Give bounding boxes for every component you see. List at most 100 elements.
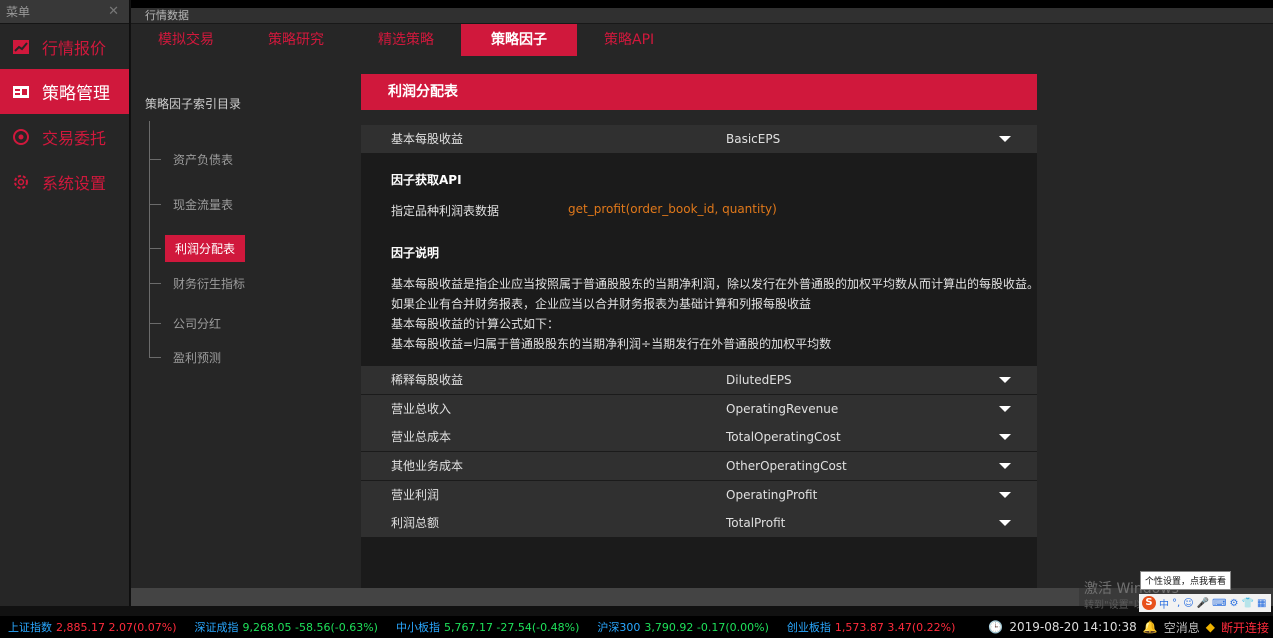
- factor-name: 稀释每股收益: [391, 373, 464, 387]
- menu-item-2[interactable]: 策略管理: [0, 69, 129, 114]
- description-line: 基本每股收益是指企业应当按照属于普通股股东的当期净利润，除以发行在外普通股的加权…: [391, 277, 1040, 291]
- main-header-title: 行情数据: [131, 8, 1273, 24]
- api-label: 指定品种利润表数据: [391, 204, 500, 218]
- tools-icon[interactable]: ⚙: [1230, 598, 1239, 609]
- index-name: 深证成指: [194, 621, 239, 634]
- ime-toolbar[interactable]: S 中 °, ☺ 🎤 ⌨ ⚙ 👕 ▦: [1139, 594, 1271, 612]
- chevron-down-icon[interactable]: [999, 434, 1011, 440]
- emoji-icon[interactable]: ☺: [1183, 598, 1193, 609]
- status-bar: 上证指数 2,885.17 2.07(0.07%) 深证成指 9,268.05 -58…: [0, 616, 1273, 638]
- punctuation-icon[interactable]: °,: [1172, 598, 1180, 609]
- coin-icon: [12, 128, 30, 146]
- factor-row[interactable]: 营业利润 OperatingProfit: [361, 481, 1037, 509]
- index-value: 5,767.17 -27.54(-0.48%): [443, 620, 580, 634]
- factor-name: 其他业务成本: [391, 459, 464, 473]
- chevron-down-icon[interactable]: [999, 136, 1011, 142]
- index-value: 1,573.87 3.47(0.22%): [834, 620, 956, 634]
- left-menu-list: 行情报价策略管理交易委托系统设置: [0, 24, 129, 204]
- tree-branch: [149, 322, 161, 324]
- nav-tab-4[interactable]: 策略因子: [461, 24, 577, 56]
- tree-branch: [149, 282, 161, 284]
- tree-item-1[interactable]: 资产负债表: [149, 149, 233, 169]
- menu-item-label: 策略管理: [42, 84, 110, 104]
- market-index[interactable]: 沪深300 3,790.92 -0.17(0.00%): [597, 619, 768, 635]
- factor-name: 营业利润: [391, 488, 440, 502]
- mic-icon[interactable]: 🎤: [1197, 598, 1209, 609]
- nav-tab-3[interactable]: 精选策略: [351, 24, 461, 56]
- panel-title: 利润分配表: [388, 84, 458, 100]
- clock-icon: 🕒: [988, 620, 1004, 634]
- tree-item-label: 利润分配表: [165, 234, 246, 262]
- clock-label: 2019-08-20 14:10:38: [1009, 620, 1137, 634]
- scrollbar-thumb[interactable]: [131, 588, 1079, 606]
- left-menu-header: 菜单 ✕: [0, 0, 129, 24]
- card-icon: [12, 83, 30, 101]
- grid-icon[interactable]: ▦: [1257, 598, 1266, 609]
- factor-code: DilutedEPS: [726, 373, 792, 387]
- index-value: 9,268.05 -58.56(-0.63%): [242, 620, 378, 634]
- status-gap: [0, 606, 1273, 616]
- right-area: [1037, 57, 1273, 588]
- tree-item-6[interactable]: 盈利预测: [149, 347, 221, 367]
- market-indices: 上证指数 2,885.17 2.07(0.07%) 深证成指 9,268.05 -58…: [0, 619, 965, 635]
- factor-row[interactable]: 营业总收入 OperatingRevenue: [361, 395, 1037, 423]
- factor-name: 营业总收入: [391, 402, 452, 416]
- tree-item-5[interactable]: 公司分红: [149, 313, 221, 333]
- plug-icon: ◆: [1205, 620, 1215, 634]
- chevron-down-icon[interactable]: [999, 377, 1011, 383]
- nav-tab-1[interactable]: 模拟交易: [131, 24, 241, 56]
- factor-row-expanded[interactable]: 基本每股收益 BasicEPS: [361, 125, 1037, 153]
- menu-item-3[interactable]: 交易委托: [0, 114, 129, 159]
- tree-item-2[interactable]: 现金流量表: [149, 194, 233, 214]
- menu-item-4[interactable]: 系统设置: [0, 159, 129, 204]
- skin-icon[interactable]: 👕: [1241, 598, 1253, 609]
- factor-row[interactable]: 其他业务成本 OtherOperatingCost: [361, 452, 1037, 480]
- factor-code: BasicEPS: [726, 132, 781, 146]
- factor-code: OperatingRevenue: [726, 402, 839, 416]
- chevron-down-icon[interactable]: [999, 520, 1011, 526]
- connection-label[interactable]: 断开连接: [1221, 619, 1269, 636]
- index-name: 创业板指: [786, 621, 831, 634]
- description-line: 如果企业有合并财务报表，企业应当以合并财务报表为基础计算和列报每股收益: [391, 297, 812, 311]
- gear-icon: [12, 173, 30, 191]
- factor-row[interactable]: 营业总成本 TotalOperatingCost: [361, 423, 1037, 451]
- chevron-down-icon[interactable]: [999, 406, 1011, 412]
- index-name: 中小板指: [395, 621, 440, 634]
- messages-label[interactable]: 空消息: [1164, 619, 1200, 636]
- description-line: 基本每股收益=归属于普通股股东的当期净利润÷当期发行在外普通股的加权平均数: [391, 337, 832, 351]
- left-menu-title: 菜单: [6, 5, 31, 19]
- api-value: get_profit(order_book_id, quantity): [568, 202, 777, 216]
- nav-tab-5[interactable]: 策略API: [577, 24, 681, 56]
- left-menu-panel: 菜单 ✕ 行情报价策略管理交易委托系统设置: [0, 0, 130, 606]
- factor-code: TotalOperatingCost: [726, 430, 841, 444]
- keyboard-icon[interactable]: ⌨: [1212, 598, 1226, 609]
- market-index[interactable]: 中小板指 5,767.17 -27.54(-0.48%): [396, 619, 579, 635]
- factor-row[interactable]: 利润总额 TotalProfit: [361, 509, 1037, 537]
- nav-tab-2[interactable]: 策略研究: [241, 24, 351, 56]
- tree-item-3[interactable]: 利润分配表: [149, 234, 246, 262]
- tree-item-4[interactable]: 财务衍生指标: [149, 273, 245, 293]
- factor-row[interactable]: 稀释每股收益 DilutedEPS: [361, 366, 1037, 394]
- ime-mode-label[interactable]: 中: [1159, 596, 1169, 611]
- tree-item-label: 公司分红: [173, 316, 222, 331]
- description-line: 基本每股收益的计算公式如下：: [391, 317, 560, 331]
- index-value: 3,790.92 -0.17(0.00%): [644, 620, 769, 634]
- menu-item-label: 交易委托: [42, 128, 107, 148]
- sogou-icon[interactable]: S: [1142, 596, 1156, 610]
- chevron-down-icon[interactable]: [999, 492, 1011, 498]
- tree-branch: [149, 158, 161, 160]
- close-icon[interactable]: ✕: [108, 0, 119, 24]
- market-index[interactable]: 创业板指 1,573.87 3.47(0.22%): [787, 619, 956, 635]
- index-name: 上证指数: [8, 621, 52, 634]
- menu-item-1[interactable]: 行情报价: [0, 24, 129, 69]
- market-index[interactable]: 深证成指 9,268.05 -58.56(-0.63%): [195, 619, 378, 635]
- chevron-down-icon[interactable]: [999, 463, 1011, 469]
- market-index[interactable]: 上证指数 2,885.17 2.07(0.07%): [8, 619, 177, 635]
- nav-bar: 模拟交易 策略研究 精选策略 策略因子 策略API: [131, 24, 1273, 57]
- factor-detail-panel: 基本每股收益 BasicEPS 因子获取API 指定品种利润表数据 get_pr…: [361, 125, 1040, 588]
- factor-name: 利润总额: [391, 516, 440, 530]
- factor-code: TotalProfit: [726, 516, 786, 530]
- tree-branch: [149, 247, 161, 249]
- content-area: 策略因子索引目录 资产负债表 现金流量表 利润分配表 财务衍生指标 公司分红 盈利预测 利…: [131, 57, 1273, 588]
- index-name: 沪深300: [597, 621, 641, 634]
